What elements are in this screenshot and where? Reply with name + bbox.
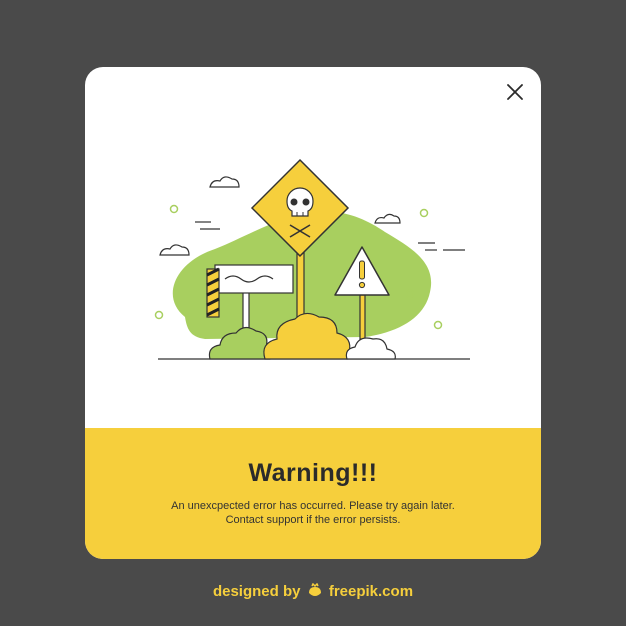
credit-footer: designed by freepik.com: [0, 582, 626, 600]
barrier-board: [214, 264, 294, 294]
cloud-icon: [374, 213, 401, 224]
warning-illustration: [154, 158, 470, 360]
freepik-logo-icon: [308, 582, 321, 596]
decor-dot: [169, 204, 179, 214]
decor-dot: [419, 208, 429, 218]
cloud-icon: [159, 244, 190, 256]
triangle-sign-post: [359, 294, 366, 340]
decor-dot: [154, 310, 164, 320]
credit-prefix: designed by: [212, 583, 301, 600]
dialog-message: An unexcpected error has occurred. Pleas…: [85, 499, 541, 527]
decor-dot: [433, 320, 443, 330]
dialog-title: Warning!!!: [248, 459, 378, 487]
message-panel: [85, 428, 541, 559]
message-line-1: An unexcpected error has occurred. Pleas…: [171, 500, 455, 512]
warning-dialog: Warning!!! An unexcpected error has occu…: [85, 67, 541, 559]
message-line-2: Contact support if the error persists.: [225, 514, 401, 526]
bush-white: [345, 337, 396, 360]
credit-brand[interactable]: freepik.com: [329, 583, 413, 600]
cloud-icon: [209, 176, 240, 188]
